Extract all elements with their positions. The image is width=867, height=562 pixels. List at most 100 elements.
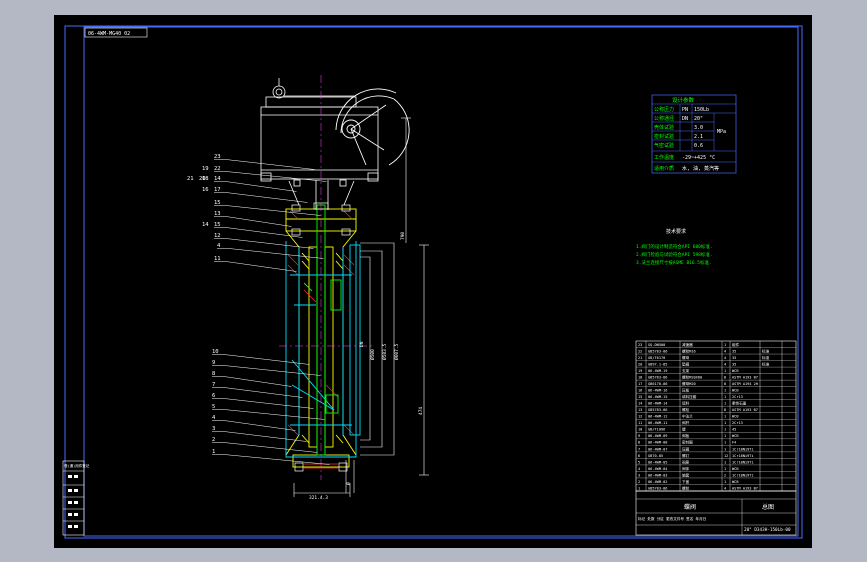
bom-cell: 21 <box>638 356 642 360</box>
leader-line <box>212 431 307 442</box>
bom-cell: 06-4WM-16 <box>648 389 667 393</box>
bom-cell: 10 <box>638 428 642 432</box>
bom-cell: 3 <box>638 473 640 477</box>
leader-line <box>214 261 297 272</box>
dim-dn: DN <box>359 341 365 347</box>
spec-title: 设计参数 <box>672 96 695 104</box>
bom-cell: 19 <box>638 369 642 373</box>
part-label: 15 <box>214 222 221 228</box>
bom-cell: ASTM A193 B7 <box>732 376 758 380</box>
bom-cell: 阀杆 <box>682 420 690 425</box>
bom-cell: 4 <box>724 362 726 366</box>
bom-cell: GB5783-86 <box>648 486 667 490</box>
bom-cell: 2Cr13 <box>732 395 743 399</box>
leader-line <box>214 205 321 216</box>
bom-cell: 4 <box>724 486 726 490</box>
bom-cell: GB5783-86 <box>648 376 667 380</box>
part-label: 11 <box>214 256 221 262</box>
drawing-code-box: 06-4WM-MG40 02 <box>84 27 148 38</box>
leader-line <box>212 365 321 376</box>
part-label: 14 <box>214 176 221 182</box>
bom-cell: 06-4WM-05 <box>648 460 667 464</box>
part-label: 21 <box>187 176 194 182</box>
bom-cell: GB6170-86 <box>648 382 667 386</box>
bom-table: 23 SQ-DN500 减速器 1 组件22 GB5783-86 螺栓M16 4 35 标准21 G… <box>635 340 797 492</box>
bom-cell: 螺栓 <box>682 407 690 412</box>
tech-note: 3.法兰连接尺寸按ASME B16.5标准. <box>636 259 712 266</box>
body-outline <box>285 241 361 458</box>
bom-cell: 16 <box>638 389 642 393</box>
dim-small: Ø <box>345 482 352 485</box>
bom-cell: F4 <box>732 441 736 445</box>
bom-cell: 1 <box>724 447 726 451</box>
bom-cell: 1 <box>638 486 640 490</box>
dim-bottom: 321.4.3 <box>309 495 328 501</box>
part-leaders <box>212 159 330 465</box>
leader-line <box>212 454 330 465</box>
bom-cell: 标准 <box>762 355 770 360</box>
bom-cell: 柔性石墨 <box>732 401 747 406</box>
bom-cell: 14 <box>638 402 642 406</box>
dim-d583: Ø583.5 <box>381 343 388 360</box>
bracket <box>288 179 355 210</box>
bom-cell: 20 <box>638 362 642 366</box>
bom-cell: 13 <box>638 408 642 412</box>
leader-line <box>212 442 318 453</box>
valve-assembly <box>260 75 410 480</box>
stem <box>303 204 342 456</box>
part-label: 12 <box>214 233 221 239</box>
bom-cell: 06-4WM-14 <box>648 402 667 406</box>
leader-line <box>212 398 314 409</box>
bom-cell: 35 <box>732 349 736 353</box>
bom-cell: 密封圈 <box>682 440 693 445</box>
bom-cell: 螺母 <box>682 355 690 360</box>
bom-cell: 12 <box>724 454 728 458</box>
cad-viewport[interactable]: 借(通)用件登记 06-4WM-MG40 02 DN Ø500 Ø583.5 Ø… <box>54 15 812 548</box>
bom-cell: 填料压套 <box>682 394 697 399</box>
bom-cell: 1 <box>724 480 726 484</box>
bom-cell: 18 <box>638 376 642 380</box>
bom-cell: 1 <box>724 395 726 399</box>
bom-cell: 减速器 <box>682 342 693 347</box>
bom-cell: 键 <box>682 427 686 432</box>
bom-cell: 螺钉 <box>682 453 690 458</box>
bom-cell: 06-4WM-04 <box>648 467 667 471</box>
bom-cell: 06-4WM-09 <box>648 434 667 438</box>
bom-cell: 标准 <box>762 348 770 353</box>
part-label: 9 <box>212 360 215 366</box>
bom-cell: 17 <box>638 382 642 386</box>
tech-title: 技术要求 <box>666 228 686 235</box>
bom-cell: WCB <box>732 434 739 438</box>
part-label: 4 <box>212 415 216 421</box>
spec-value: 2.1 <box>694 134 703 140</box>
dim-790: 790 <box>400 232 406 240</box>
bom-cell: 23 <box>638 343 642 347</box>
bom-cell: GB/T1096 <box>648 428 665 432</box>
bom-cell: 1 <box>724 434 726 438</box>
bom-cell: 1Cr18Ni9Ti <box>732 454 754 458</box>
bom-cell: 压圈 <box>682 446 690 451</box>
handwheel <box>335 88 410 166</box>
bom-cell: 组件 <box>732 342 740 347</box>
title-block: 蝶阀 总图 标记 处数 分区 更改文件号 签名 年月日 20" D343H-15… <box>635 490 797 536</box>
spec-value: 0.6 <box>694 143 703 149</box>
bom-cell: 1Cr18Ni9Ti <box>732 447 754 451</box>
bom-cell: 12 <box>638 415 642 419</box>
part-label: 23 <box>214 154 221 160</box>
leader-line <box>212 354 310 365</box>
bom-cell: 35 <box>732 362 736 366</box>
bom-cell: GB70-85 <box>648 454 663 458</box>
bom-cell: 1Cr18Ni9Ti <box>732 473 754 477</box>
bom-cell: 1 <box>724 441 726 445</box>
bom-cell: 45 <box>732 428 736 432</box>
bom-cell: 06-4WM-07 <box>648 447 667 451</box>
bom-cell: 35 <box>732 356 736 360</box>
side-stamp: 借(通)用件登记 <box>62 460 90 536</box>
leader-line <box>214 238 314 249</box>
bom-cell: 1 <box>724 402 726 406</box>
bom-cell: 5 <box>638 460 640 464</box>
bom-cell: 11 <box>638 421 642 425</box>
dim-474: 474 <box>418 407 424 415</box>
bom-cell: 1 <box>724 369 726 373</box>
bom-cell: 06-4WM-08 <box>648 441 667 445</box>
